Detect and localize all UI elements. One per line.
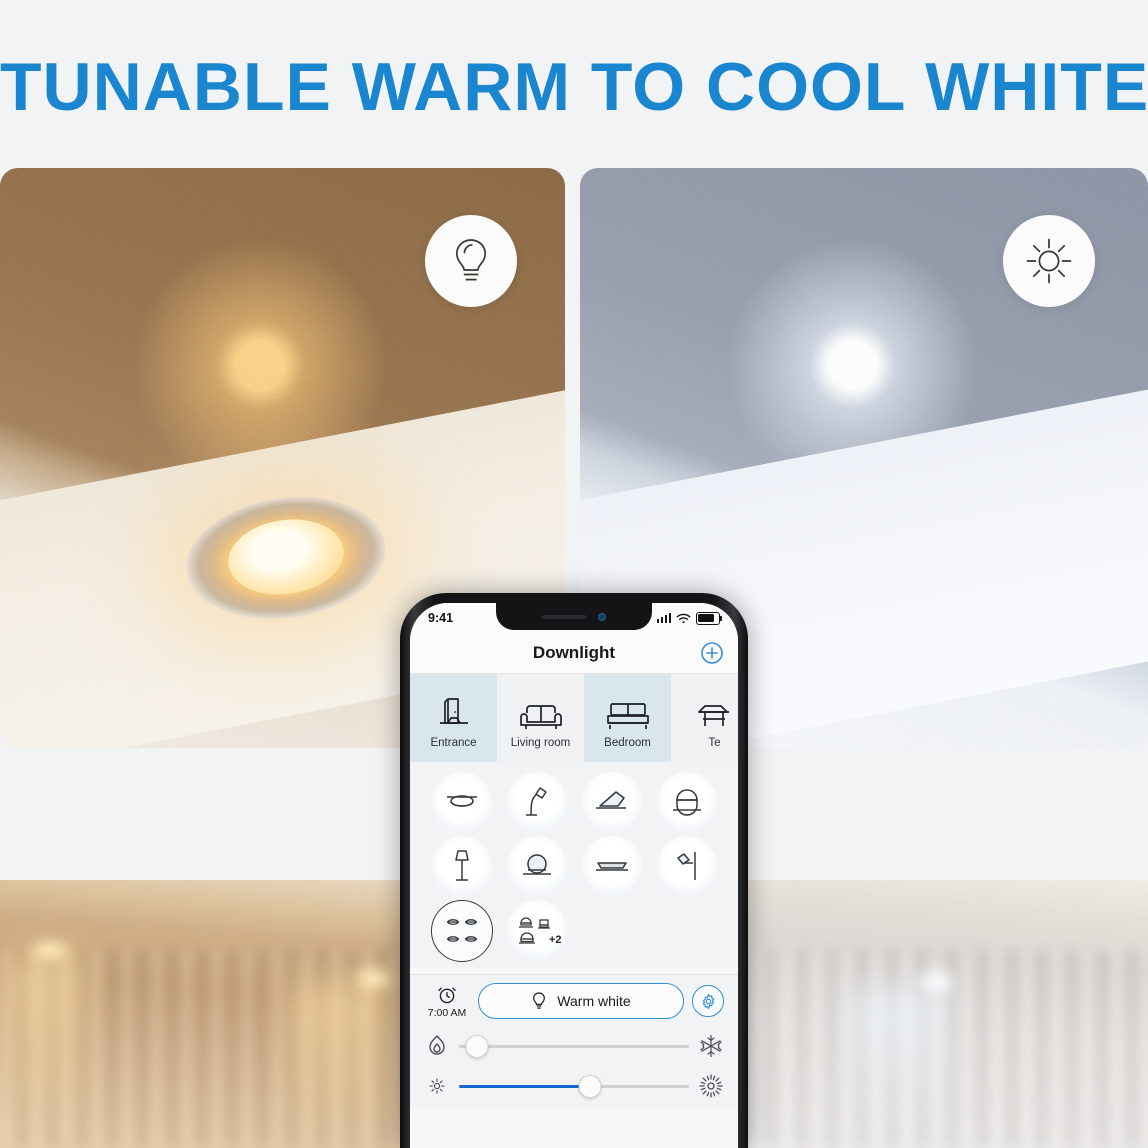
speaker-icon	[542, 614, 586, 619]
device-floor-lamp[interactable]	[431, 836, 492, 896]
control-panel: 7:00 AM Warm white	[410, 975, 738, 1109]
brightness-slider[interactable]	[424, 1073, 724, 1099]
device-downlight-group[interactable]	[430, 900, 493, 962]
settings-button[interactable]	[692, 985, 724, 1017]
tab-bedroom[interactable]: Bedroom	[584, 674, 671, 762]
device-wedge-panel[interactable]	[581, 772, 642, 832]
bulb-icon	[533, 992, 546, 1009]
tab-living-room[interactable]: Living room	[497, 674, 584, 762]
tab-label: Bedroom	[604, 737, 651, 749]
scene-label: Warm white	[557, 993, 631, 1009]
room-tabs[interactable]: Entrance Living room Bedroom Te	[410, 674, 738, 762]
sun-icon-badge	[1003, 215, 1095, 307]
poster-stage: TUNABLE WARM TO COOL WHITE 9:41 Downligh…	[0, 0, 1148, 1148]
alarm-time-label: 7:00 AM	[427, 1006, 467, 1019]
front-camera-icon	[598, 612, 606, 621]
snowflake-icon	[698, 1033, 724, 1059]
page-title: TUNABLE WARM TO COOL WHITE	[0, 49, 1148, 125]
bulb-icon	[455, 239, 487, 281]
warm-downlight-fixture	[178, 484, 394, 632]
tab-entrance[interactable]: Entrance	[410, 674, 497, 762]
brightness-track[interactable]	[459, 1074, 689, 1098]
gear-icon	[702, 992, 714, 1010]
phone-notch	[496, 603, 652, 630]
device-linear-strip[interactable]	[581, 836, 642, 896]
cellular-signal-icon	[656, 613, 671, 623]
small-sun-icon	[424, 1073, 450, 1099]
tab-terrace[interactable]: Te	[671, 674, 738, 762]
battery-icon	[696, 611, 722, 625]
device-dome-light[interactable]	[656, 772, 717, 832]
bed-icon	[606, 687, 650, 733]
tab-label: Te	[708, 737, 721, 749]
device-grid[interactable]: +2	[410, 762, 738, 968]
device-wall-sconce[interactable]	[656, 836, 717, 896]
tab-label: Living room	[510, 737, 571, 749]
extra-count-label: +2	[548, 934, 562, 946]
device-lamp-group[interactable]: +2	[506, 900, 567, 960]
color-temperature-slider[interactable]	[424, 1033, 724, 1059]
app-navigation-bar: Downlight	[410, 633, 738, 674]
status-time: 9:41	[428, 611, 454, 625]
wifi-icon	[676, 613, 691, 623]
door-icon	[434, 687, 474, 733]
smartphone-mockup: 9:41 Downlight Entrance Living room Bedr…	[400, 593, 748, 1148]
temperature-track[interactable]	[459, 1034, 689, 1058]
app-title: Downlight	[532, 643, 616, 662]
device-desk-lamp[interactable]	[506, 772, 567, 832]
add-device-button[interactable]	[700, 641, 724, 665]
table-chair-icon	[695, 687, 735, 733]
tab-label: Entrance	[430, 737, 477, 749]
alarm-clock-icon	[438, 987, 456, 1003]
scene-button[interactable]: Warm white	[478, 983, 684, 1019]
device-globe-lamp[interactable]	[506, 836, 567, 896]
bulb-icon-badge	[425, 215, 517, 307]
phone-screen: 9:41 Downlight Entrance Living room Bedr…	[410, 603, 738, 1148]
cool-lit-room-photo	[720, 880, 1148, 1148]
flame-icon	[424, 1033, 450, 1059]
large-sun-icon	[698, 1073, 724, 1099]
device-ceiling-light[interactable]	[431, 772, 492, 832]
sun-icon	[1026, 238, 1072, 284]
add-circle-icon	[701, 642, 723, 664]
alarm-schedule[interactable]: 7:00 AM	[424, 984, 470, 1019]
warm-lit-room-photo	[0, 880, 430, 1148]
sofa-icon	[519, 687, 562, 733]
